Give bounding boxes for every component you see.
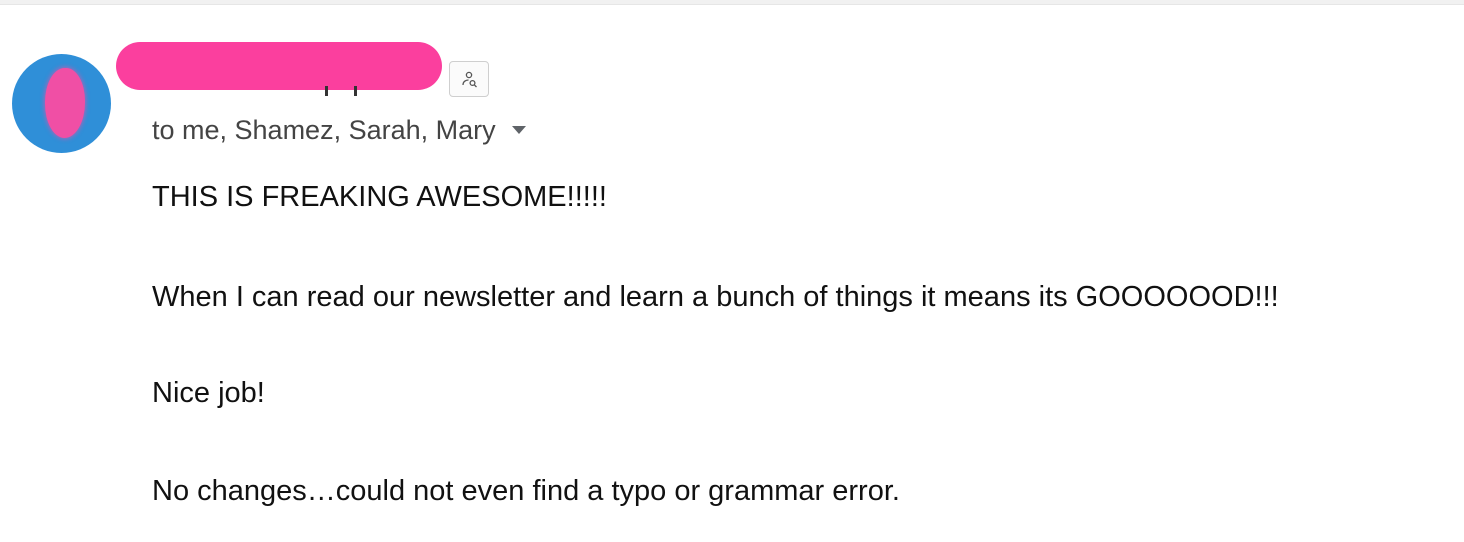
- message-line-2: When I can read our newsletter and learn…: [152, 281, 1279, 313]
- person-search-icon: [462, 71, 477, 88]
- chevron-down-icon[interactable]: [511, 125, 526, 134]
- message-line-3: Nice job!: [152, 377, 265, 409]
- message-line-4: No changes…could not even find a typo or…: [152, 475, 900, 507]
- sender-name-partial: [325, 86, 357, 96]
- sender-avatar[interactable]: [12, 54, 111, 153]
- recipients-details[interactable]: to me, Shamez, Sarah, Mary: [152, 110, 526, 150]
- top-divider: [0, 0, 1464, 5]
- avatar-redaction: [45, 68, 85, 138]
- sender-name-redaction: [116, 42, 442, 90]
- recipients-text: to me, Shamez, Sarah, Mary: [152, 115, 496, 145]
- show-contact-button[interactable]: [449, 61, 489, 97]
- message-line-1: THIS IS FREAKING AWESOME!!!!!: [152, 181, 607, 213]
